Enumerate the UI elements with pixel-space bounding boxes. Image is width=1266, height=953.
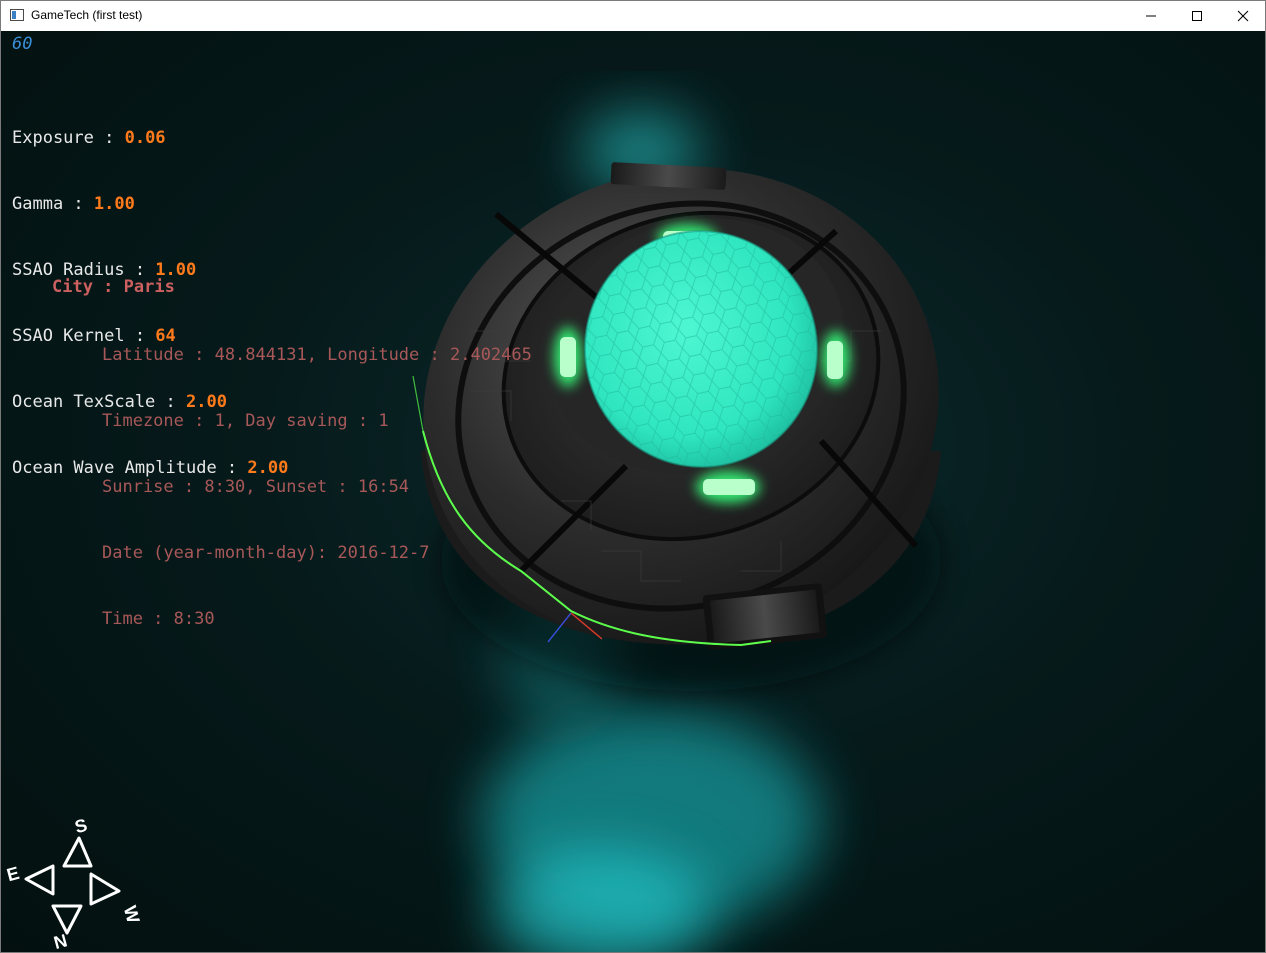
city-date: Date (year-month-day): 2016-12-7 [102,543,430,563]
compass-arrow-west [89,872,121,906]
compass-arrow-south [62,836,93,868]
app-window: GameTech (first test) 60 Exposure: 0.06… [0,0,1266,953]
minimize-icon [1146,15,1156,17]
setting-value: 1.00 [93,194,135,214]
city-coordinates: Latitude : 48.844131, Longitude : 2.4024… [102,345,532,365]
compass-label-west: W [120,904,144,926]
setting-label: Exposure : [12,128,125,148]
city-timezone: Timezone : 1, Day saving : 1 [102,411,389,431]
close-button[interactable] [1220,1,1266,31]
compass-arrow-north [51,904,83,935]
compass-widget: S E W N [5,816,144,951]
fps-counter: 60 [12,34,33,54]
title-bar[interactable]: GameTech (first test) [1,1,1265,31]
maximize-button[interactable] [1174,1,1220,31]
city-title: City : Paris [52,277,175,297]
setting-value: 0.06 [124,128,166,148]
window-title: GameTech (first test) [31,8,143,22]
compass-arrow-east [24,864,55,896]
setting-gamma: Gamma : 1.00 [12,193,288,215]
app-icon [10,9,24,21]
maximize-icon [1192,11,1202,21]
city-info-panel: City : Paris Latitude : 48.844131, Longi… [52,232,532,674]
city-sun-times: Sunrise : 8:30, Sunset : 16:54 [102,477,410,497]
close-icon [1237,10,1249,22]
compass-label-east: E [5,863,22,885]
render-viewport[interactable]: 60 Exposure : 0.06 Gamma : 1.00 SSAO Rad… [1,31,1265,952]
compass-label-south: S [73,816,90,837]
minimize-button[interactable] [1128,1,1174,31]
setting-exposure: Exposure : 0.06 [12,127,288,149]
setting-label: Gamma : [12,194,94,214]
city-time: Time : 8:30 [102,609,215,629]
